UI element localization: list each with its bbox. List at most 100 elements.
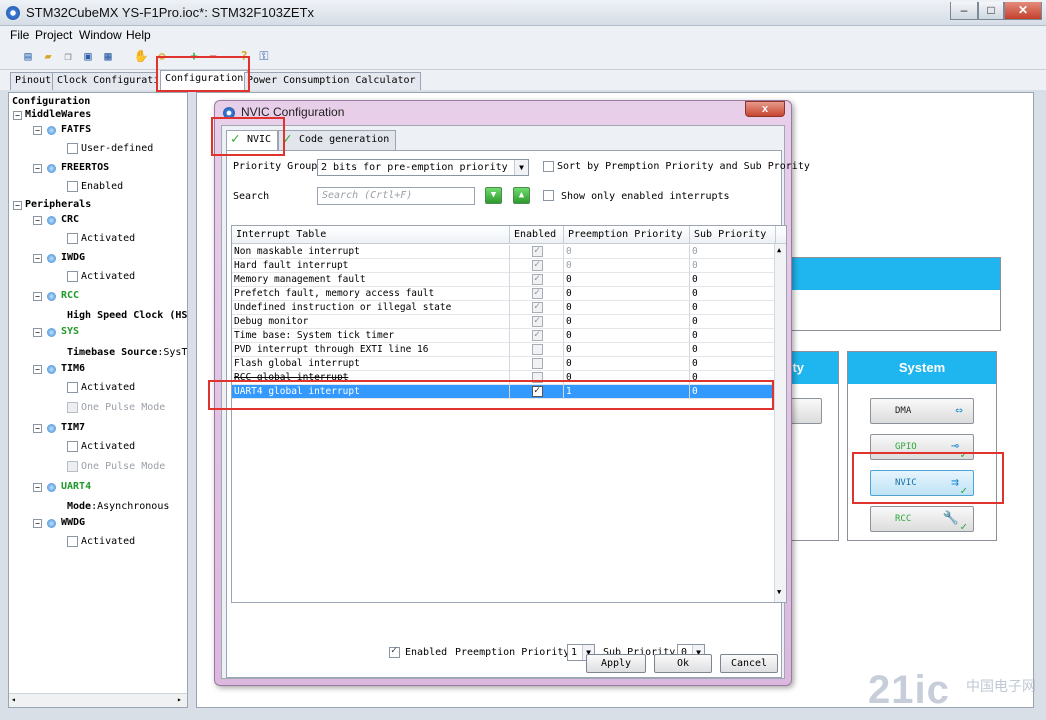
tim7-one-pulse-checkbox[interactable] — [67, 461, 78, 472]
tree-fatfs[interactable]: FATFS — [61, 124, 91, 135]
enabled-checkbox[interactable] — [532, 273, 543, 285]
nvic-button[interactable]: NVIC ⇉ ✓ — [870, 470, 974, 497]
collapse-icon[interactable]: − — [33, 483, 42, 492]
tab-power-consumption-calculator[interactable]: Power Consumption Calculator — [244, 72, 421, 90]
enabled-checkbox[interactable] — [532, 329, 543, 341]
collapse-icon[interactable]: − — [33, 365, 42, 374]
new-file-icon[interactable]: ▤ — [20, 48, 36, 64]
table-row-selected[interactable]: UART4 global interrupt 1 0 — [232, 385, 776, 399]
tab-clock-configuration[interactable]: Clock Configuration — [52, 72, 158, 90]
help-icon[interactable]: ? — [236, 48, 252, 64]
sub-priority-cell[interactable]: 0 — [690, 385, 776, 399]
scroll-down-icon[interactable]: ▼ — [777, 588, 781, 596]
sub-priority-cell[interactable]: 0 — [690, 329, 776, 343]
show-only-enabled-checkbox[interactable] — [543, 190, 554, 201]
zoom-out-icon[interactable]: − — [205, 48, 221, 64]
table-row[interactable]: Hard fault interrupt 0 0 — [232, 259, 776, 273]
scroll-left-icon[interactable]: ◂ — [11, 695, 16, 704]
sub-priority-cell[interactable]: 0 — [690, 259, 776, 273]
table-row[interactable]: Flash global interrupt 0 0 — [232, 357, 776, 371]
table-row[interactable]: Memory management fault 0 0 — [232, 273, 776, 287]
wwdg-activated-checkbox[interactable] — [67, 536, 78, 547]
preemption-cell[interactable]: 0 — [564, 343, 690, 357]
enabled-checkbox[interactable] — [532, 372, 543, 383]
menu-project[interactable]: Project — [35, 28, 72, 42]
tree-iwdg[interactable]: IWDG — [61, 252, 85, 263]
rcc-button[interactable]: RCC 🔧 ✓ — [870, 506, 974, 533]
save-all-icon[interactable]: ▦ — [100, 48, 116, 64]
enabled-checkbox[interactable] — [532, 315, 543, 327]
enabled-checkbox[interactable] — [532, 259, 543, 271]
ok-button[interactable]: Ok — [654, 654, 712, 673]
dma-button[interactable]: DMA ⇔ — [870, 398, 974, 424]
tree-wwdg[interactable]: WWDG — [61, 517, 85, 528]
table-row[interactable]: RCC global interrupt 0 0 — [232, 371, 776, 385]
search-input[interactable]: Search (Crtl+F) — [317, 187, 475, 205]
enabled-checkbox[interactable] — [532, 287, 543, 299]
sub-priority-cell[interactable]: 0 — [690, 301, 776, 315]
sub-priority-cell[interactable]: 0 — [690, 315, 776, 329]
freertos-enabled-checkbox[interactable] — [67, 181, 78, 192]
crc-activated-checkbox[interactable] — [67, 233, 78, 244]
sub-priority-cell[interactable]: 0 — [690, 245, 776, 259]
enabled-checkbox[interactable] — [532, 358, 543, 369]
collapse-icon[interactable]: − — [33, 126, 42, 135]
copy-icon[interactable]: ❐ — [60, 48, 76, 64]
sub-priority-cell[interactable]: 0 — [690, 287, 776, 301]
column-sub-priority[interactable]: Sub Priority — [690, 226, 776, 244]
zoom-in-icon[interactable]: + — [186, 48, 202, 64]
table-row[interactable]: Prefetch fault, memory access fault 0 0 — [232, 287, 776, 301]
open-folder-icon[interactable]: ▰ — [40, 48, 56, 64]
preemption-cell[interactable]: 0 — [564, 329, 690, 343]
tree-rcc[interactable]: RCC — [61, 290, 79, 301]
sub-priority-cell[interactable]: 0 — [690, 273, 776, 287]
apply-button[interactable]: Apply — [586, 654, 646, 673]
tree-tim6[interactable]: TIM6 — [61, 363, 85, 374]
tab-nvic[interactable]: ✓ NVIC — [226, 130, 279, 150]
preemption-cell[interactable]: 0 — [564, 357, 690, 371]
preemption-cell[interactable]: 0 — [564, 245, 690, 259]
preemption-cell[interactable]: 0 — [564, 259, 690, 273]
preemption-cell[interactable]: 0 — [564, 273, 690, 287]
sub-priority-cell[interactable]: 0 — [690, 343, 776, 357]
iwdg-activated-checkbox[interactable] — [67, 271, 78, 282]
tab-code-generation[interactable]: ✓ Code generation — [278, 130, 397, 150]
save-icon[interactable]: ▣ — [80, 48, 96, 64]
enabled-checkbox[interactable] — [532, 344, 543, 355]
enabled-checkbox[interactable] — [532, 385, 543, 397]
cancel-button[interactable]: Cancel — [720, 654, 778, 673]
scroll-right-icon[interactable]: ▸ — [177, 695, 182, 704]
tree-crc[interactable]: CRC — [61, 214, 79, 225]
key-icon[interactable]: ⚿ — [256, 48, 272, 64]
preemption-cell[interactable]: 0 — [564, 301, 690, 315]
table-row[interactable]: Undefined instruction or illegal state 0… — [232, 301, 776, 315]
enabled-checkbox[interactable] — [532, 301, 543, 313]
collapse-icon[interactable]: − — [33, 292, 42, 301]
column-preemption-priority[interactable]: Preemption Priority — [564, 226, 690, 244]
enabled-checkbox[interactable] — [532, 245, 543, 257]
collapse-icon[interactable]: − — [33, 424, 42, 433]
tree-uart4[interactable]: UART4 — [61, 481, 91, 492]
tim6-activated-checkbox[interactable] — [67, 382, 78, 393]
fatfs-user-defined-checkbox[interactable] — [67, 143, 78, 154]
column-enabled[interactable]: Enabled — [510, 226, 564, 244]
collapse-icon[interactable]: − — [33, 216, 42, 225]
preemption-cell[interactable]: 0 — [564, 371, 690, 385]
tree-peripherals[interactable]: Peripherals — [25, 199, 91, 210]
preemption-cell[interactable]: 1 — [564, 385, 690, 399]
sort-checkbox[interactable] — [543, 161, 554, 172]
menu-window[interactable]: Window — [79, 28, 122, 42]
menu-help[interactable]: Help — [126, 28, 151, 42]
preemption-cell[interactable]: 0 — [564, 287, 690, 301]
table-row[interactable]: PVD interrupt through EXTI line 16 0 0 — [232, 343, 776, 357]
tim6-one-pulse-checkbox[interactable] — [67, 402, 78, 413]
tree-horizontal-scrollbar[interactable]: ◂ ▸ — [9, 693, 187, 707]
table-row[interactable]: Non maskable interrupt 0 0 — [232, 245, 776, 259]
tab-pinout[interactable]: Pinout — [10, 72, 57, 90]
search-down-button[interactable]: ▼ — [485, 187, 502, 204]
collapse-icon[interactable]: − — [33, 328, 42, 337]
tab-configuration[interactable]: Configuration — [160, 70, 249, 90]
tree-freertos[interactable]: FREERTOS — [61, 162, 109, 173]
collapse-icon[interactable]: − — [33, 164, 42, 173]
hand-icon[interactable]: ✋ — [133, 48, 149, 64]
